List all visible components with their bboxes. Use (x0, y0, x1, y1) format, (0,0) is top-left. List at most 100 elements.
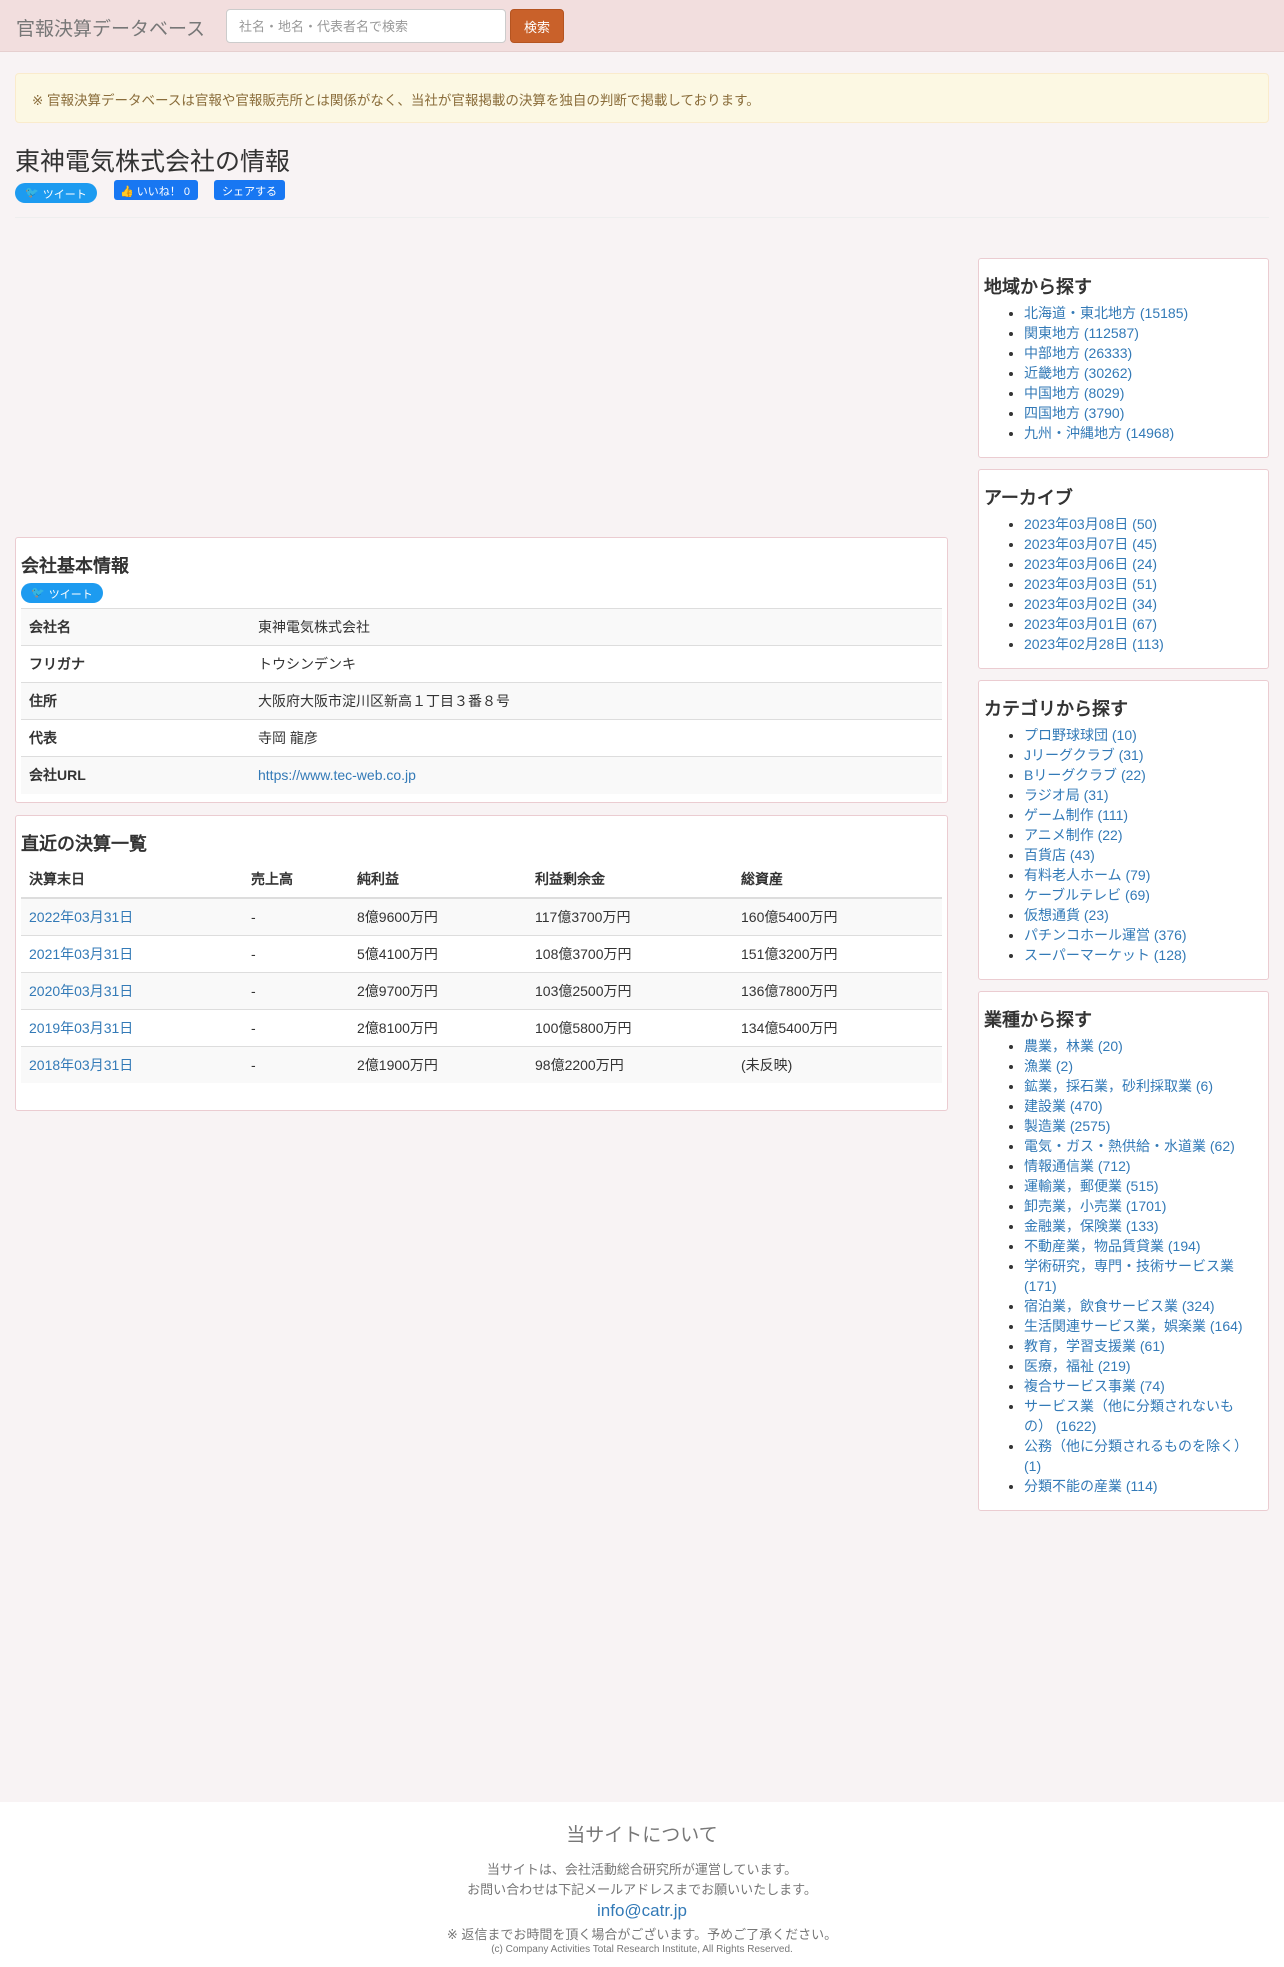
info-label: 代表 (21, 719, 250, 757)
navbar: 官報決算データベース 検索 (0, 0, 1284, 52)
industry-link[interactable]: 生活関連サービス業，娯楽業 (164) (1024, 1318, 1243, 1334)
tweet-label: ツイート (48, 589, 93, 601)
settlement-date-link[interactable]: 2019年03月31日 (29, 1020, 133, 1036)
category-link[interactable]: 仮想通貨 (23) (1024, 907, 1109, 923)
list-item: 製造業 (2575) (1024, 1116, 1260, 1136)
title-divider (15, 217, 1269, 218)
industry-link[interactable]: 複合サービス事業 (74) (1024, 1378, 1165, 1394)
settlement-date-link[interactable]: 2021年03月31日 (29, 946, 133, 962)
category-link[interactable]: 有料老人ホーム (79) (1024, 867, 1150, 883)
company-url-link[interactable]: https://www.tec-web.co.jp (258, 767, 416, 783)
list-item: Jリーグクラブ (31) (1024, 745, 1187, 765)
category-link[interactable]: アニメ制作 (22) (1024, 827, 1123, 843)
footer-note: ※ 返信までお時間を頂く場合がございます。予めご了承ください。 (446, 1927, 838, 1942)
region-link[interactable]: 近畿地方 (30262) (1024, 365, 1132, 381)
settlement-date-link[interactable]: 2018年03月31日 (29, 1057, 133, 1073)
category-link[interactable]: プロ野球球団 (10) (1024, 727, 1137, 743)
industry-link[interactable]: 学術研究，専門・技術サービス業 (171) (1024, 1258, 1234, 1294)
list-item: スーパーマーケット (128) (1024, 945, 1187, 965)
industry-link[interactable]: 分類不能の産業 (114) (1024, 1478, 1158, 1494)
list-item: プロ野球球団 (10) (1024, 725, 1187, 745)
total-assets-cell: 160億5400万円 (733, 897, 942, 935)
sidebar-categories-panel: カテゴリから探す プロ野球球団 (10) Jリーグクラブ (31) Bリーグクラ… (978, 680, 1269, 980)
settlement-date-link[interactable]: 2020年03月31日 (29, 983, 133, 999)
industry-link[interactable]: 医療，福祉 (219) (1024, 1358, 1131, 1374)
category-link[interactable]: ケーブルテレビ (69) (1024, 887, 1150, 903)
info-value: 東神電気株式会社 (250, 608, 942, 646)
list-item: 教育，学習支援業 (61) (1024, 1336, 1260, 1356)
site-brand-link[interactable]: 官報決算データベース (16, 14, 205, 41)
tweet-button[interactable]: 🐦 ツイート (15, 183, 97, 203)
table-row: 住所 大阪府大阪市淀川区新高１丁目３番８号 (21, 682, 942, 720)
industries-heading: 業種から探す (984, 1010, 1092, 1030)
table-row: 2019年03月31日 - 2億8100万円 100億5800万円 134億54… (21, 1008, 942, 1046)
archive-link[interactable]: 2023年03月07日 (45) (1024, 536, 1157, 552)
industry-link[interactable]: 卸売業，小売業 (1701) (1024, 1198, 1166, 1214)
region-link[interactable]: 中部地方 (26333) (1024, 345, 1132, 361)
region-link[interactable]: 中国地方 (8029) (1024, 385, 1124, 401)
industry-link[interactable]: 鉱業，採石業，砂利採取業 (6) (1024, 1078, 1213, 1094)
industry-link[interactable]: 漁業 (2) (1024, 1058, 1073, 1074)
table-row: 会社URL https://www.tec-web.co.jp (21, 756, 942, 794)
list-item: 2023年03月03日 (51) (1024, 574, 1164, 594)
list-item: 中部地方 (26333) (1024, 343, 1188, 363)
industry-link[interactable]: 電気・ガス・熱供給・水道業 (62) (1024, 1138, 1235, 1154)
facebook-share-button[interactable]: シェアする (214, 180, 285, 200)
list-item: 学術研究，専門・技術サービス業 (171) (1024, 1256, 1260, 1296)
industry-link[interactable]: 情報通信業 (712) (1024, 1158, 1131, 1174)
industry-link[interactable]: 不動産業，物品賃貸業 (194) (1024, 1238, 1201, 1254)
list-item: 北海道・東北地方 (15185) (1024, 303, 1188, 323)
net-income-cell: 2億1900万円 (349, 1045, 527, 1083)
industry-link[interactable]: サービス業（他に分類されないもの） (1622) (1024, 1398, 1234, 1434)
list-item: 2023年03月01日 (67) (1024, 614, 1164, 634)
facebook-like-button[interactable]: 👍 いいね！ 0 (114, 180, 198, 200)
footer-contact-text: お問い合わせは下記メールアドレスまでお願いいたします。 (467, 1882, 817, 1897)
region-link[interactable]: 九州・沖縄地方 (14968) (1024, 425, 1174, 441)
archive-link[interactable]: 2023年03月06日 (24) (1024, 556, 1157, 572)
list-item: 公務（他に分類されるものを除く） (1) (1024, 1436, 1260, 1476)
archive-link[interactable]: 2023年03月02日 (34) (1024, 596, 1157, 612)
category-link[interactable]: スーパーマーケット (128) (1024, 947, 1186, 963)
industry-link[interactable]: 金融業，保険業 (133) (1024, 1218, 1159, 1234)
archive-link[interactable]: 2023年03月01日 (67) (1024, 616, 1157, 632)
archive-link[interactable]: 2023年03月08日 (50) (1024, 516, 1157, 532)
industry-link[interactable]: 公務（他に分類されるものを除く） (1) (1024, 1438, 1248, 1474)
industry-link[interactable]: 運輸業，郵便業 (515) (1024, 1178, 1159, 1194)
list-item: 2023年02月28日 (113) (1024, 634, 1164, 654)
footer-email-link[interactable]: info@catr.jp (0, 1901, 1284, 1921)
archive-heading: アーカイブ (984, 488, 1073, 508)
search-input[interactable] (226, 9, 506, 43)
page-title: 東神電気株式会社の情報 (15, 148, 291, 176)
industry-link[interactable]: 宿泊業，飲食サービス業 (324) (1024, 1298, 1215, 1314)
info-label: 会社URL (21, 756, 250, 794)
category-link[interactable]: Jリーグクラブ (31) (1024, 747, 1144, 763)
region-link[interactable]: 四国地方 (3790) (1024, 405, 1124, 421)
industries-list: 農業，林業 (20) 漁業 (2) 鉱業，採石業，砂利採取業 (6) 建設業 (… (1024, 1036, 1260, 1496)
info-label: 会社名 (21, 608, 250, 646)
footer-operator-text: 当サイトは、会社活動総合研究所が運営しています。 (486, 1862, 798, 1877)
retained-earnings-cell: 100億5800万円 (527, 1008, 733, 1046)
industry-link[interactable]: 建設業 (470) (1024, 1098, 1103, 1114)
retained-earnings-cell: 103億2500万円 (527, 971, 733, 1009)
category-link[interactable]: パチンコホール運営 (376) (1024, 927, 1187, 943)
search-button[interactable]: 検索 (510, 9, 564, 43)
category-link[interactable]: ラジオ局 (31) (1024, 787, 1109, 803)
category-link[interactable]: ゲーム制作 (111) (1024, 807, 1128, 823)
company-info-heading: 会社基本情報 (21, 556, 129, 576)
company-tweet-button[interactable]: 🐦 ツイート (21, 583, 103, 603)
list-item: アニメ制作 (22) (1024, 825, 1187, 845)
region-link[interactable]: 関東地方 (112587) (1024, 325, 1139, 341)
industry-link[interactable]: 農業，林業 (20) (1024, 1038, 1123, 1054)
archive-link[interactable]: 2023年02月28日 (113) (1024, 636, 1164, 652)
date-cell: 2019年03月31日 (21, 1008, 243, 1046)
industry-link[interactable]: 教育，学習支援業 (61) (1024, 1338, 1165, 1354)
info-value: 大阪府大阪市淀川区新高１丁目３番８号 (250, 682, 942, 720)
industry-link[interactable]: 製造業 (2575) (1024, 1118, 1110, 1134)
archive-link[interactable]: 2023年03月03日 (51) (1024, 576, 1157, 592)
category-link[interactable]: Bリーグクラブ (22) (1024, 767, 1146, 783)
category-link[interactable]: 百貨店 (43) (1024, 847, 1095, 863)
settlement-date-link[interactable]: 2022年03月31日 (29, 909, 133, 925)
list-item: 卸売業，小売業 (1701) (1024, 1196, 1260, 1216)
financials-table: 決算末日 売上高 純利益 利益剰余金 総資産 2022年03月31日 - 8億9… (21, 860, 942, 1083)
region-link[interactable]: 北海道・東北地方 (15185) (1024, 305, 1188, 321)
